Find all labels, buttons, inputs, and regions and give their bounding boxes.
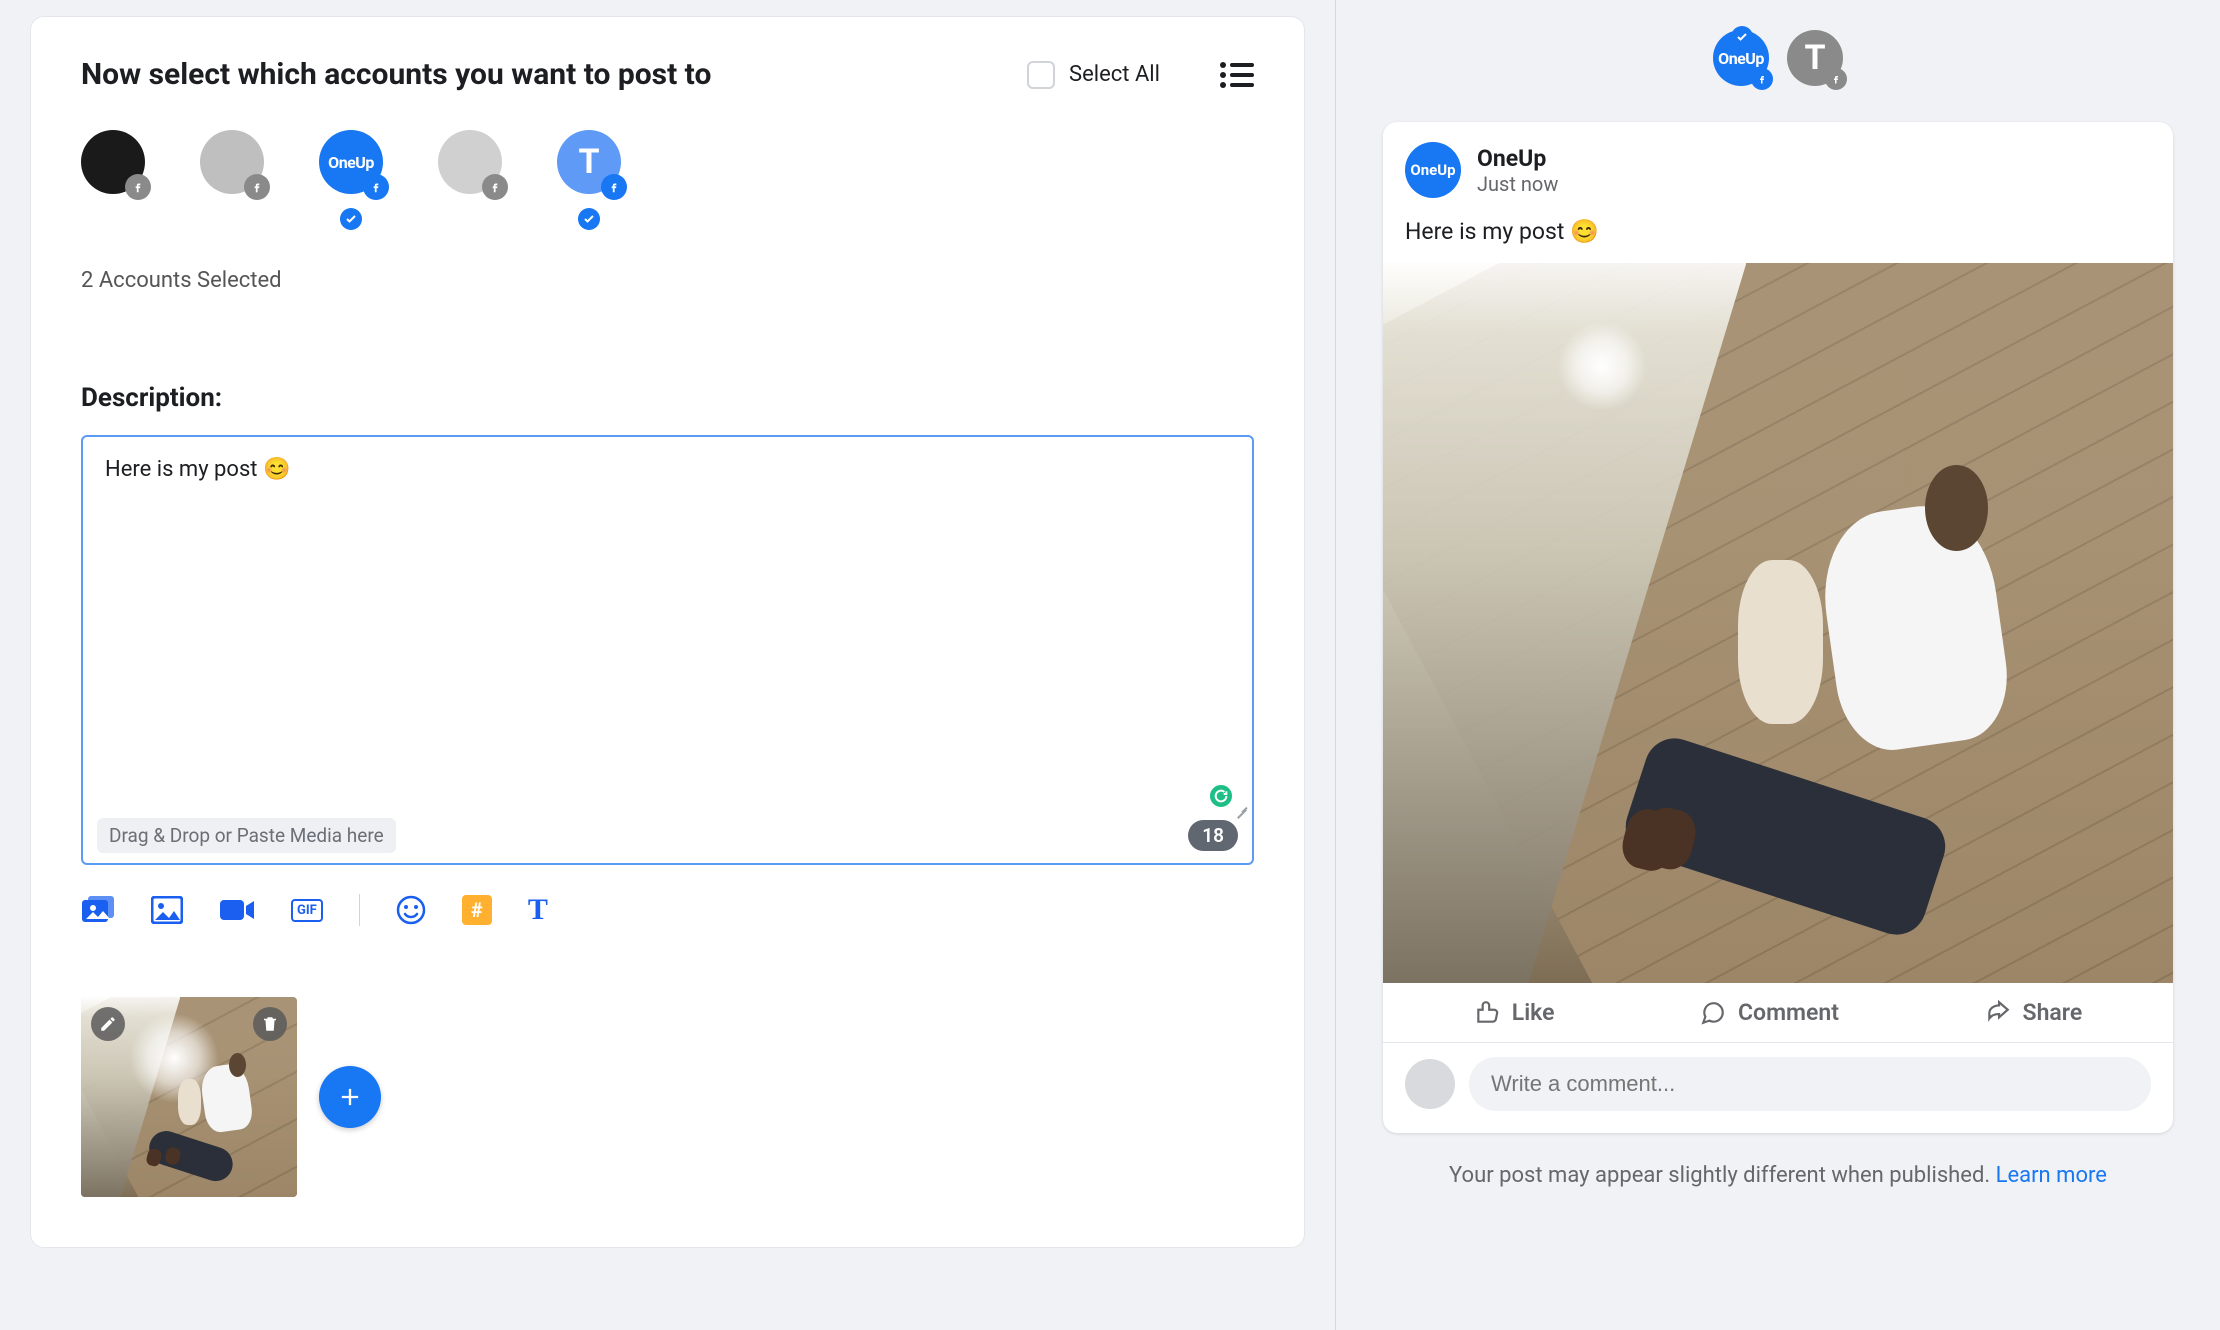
learn-more-link[interactable]: Learn more [1996, 1163, 2107, 1188]
accounts-selected-count: 2 Accounts Selected [81, 268, 1254, 293]
selected-check-icon [1731, 26, 1753, 48]
preview-disclaimer: Your post may appear slightly different … [1449, 1163, 2107, 1188]
preview-timestamp: Just now [1477, 172, 1558, 196]
compose-toolbar: GIF # T [81, 893, 1254, 927]
selected-check-icon [578, 208, 600, 230]
edit-thumbnail-button[interactable] [91, 1007, 125, 1041]
select-all-toggle[interactable]: Select All [1027, 61, 1160, 89]
description-box: Here is my post 😊 Drag & Drop or Paste M… [81, 435, 1254, 865]
preview-author-avatar-icon [1405, 142, 1461, 198]
preview-account-tab[interactable] [1713, 30, 1769, 86]
facebook-badge-icon [1751, 68, 1773, 90]
description-label: Description: [81, 383, 1254, 413]
gif-icon[interactable]: GIF [291, 899, 323, 922]
grammarly-icon[interactable] [1206, 781, 1236, 811]
compose-title: Now select which accounts you want to po… [81, 57, 711, 92]
delete-thumbnail-button[interactable] [253, 1007, 287, 1041]
preview-account-tab[interactable] [1787, 30, 1843, 86]
account-avatar[interactable] [557, 130, 621, 194]
accounts-row [81, 130, 1254, 194]
select-all-label: Select All [1069, 62, 1160, 87]
video-icon[interactable] [219, 897, 255, 923]
comment-input[interactable] [1469, 1057, 2151, 1111]
drag-drop-hint: Drag & Drop or Paste Media here [97, 818, 396, 853]
comment-label: Comment [1738, 999, 1839, 1026]
image-icon[interactable] [151, 896, 183, 924]
facebook-badge-icon [363, 174, 389, 200]
image-gallery-icon[interactable] [81, 895, 115, 925]
facebook-badge-icon [244, 174, 270, 200]
character-count-badge: 18 [1188, 820, 1238, 851]
preview-post-text: Here is my post 😊 [1383, 210, 2173, 263]
comment-button[interactable]: Comment [1700, 999, 1839, 1026]
toolbar-divider [359, 894, 360, 926]
account-avatar[interactable] [81, 130, 145, 194]
preview-author-name: OneUp [1477, 145, 1558, 172]
text-tool-icon[interactable]: T [528, 893, 548, 927]
account-avatar[interactable] [319, 130, 383, 194]
share-button[interactable]: Share [1985, 999, 2083, 1026]
select-all-checkbox[interactable] [1027, 61, 1055, 89]
compose-card: Now select which accounts you want to po… [30, 16, 1305, 1248]
list-view-icon[interactable] [1220, 61, 1254, 89]
disclaimer-text: Your post may appear slightly different … [1449, 1163, 1996, 1188]
post-preview-card: OneUp Just now Here is my post 😊 Like Co… [1383, 122, 2173, 1133]
account-avatar[interactable] [200, 130, 264, 194]
resize-handle-icon[interactable] [1234, 803, 1248, 817]
selected-check-icon [340, 208, 362, 230]
preview-account-tabs [1713, 30, 1843, 86]
hashtag-icon[interactable]: # [462, 895, 492, 925]
facebook-badge-icon [125, 174, 151, 200]
description-input[interactable]: Here is my post 😊 [83, 437, 1252, 808]
like-button[interactable]: Like [1474, 999, 1555, 1026]
facebook-badge-icon [601, 174, 627, 200]
share-label: Share [2023, 999, 2083, 1026]
media-thumbnail[interactable] [81, 997, 297, 1197]
emoji-icon[interactable] [396, 895, 426, 925]
like-label: Like [1512, 999, 1555, 1026]
preview-post-image [1383, 263, 2173, 983]
facebook-badge-icon [1825, 68, 1847, 90]
commenter-avatar-icon [1405, 1059, 1455, 1109]
account-avatar[interactable] [438, 130, 502, 194]
media-thumbnails [81, 997, 1254, 1197]
facebook-badge-icon [482, 174, 508, 200]
add-media-button[interactable] [319, 1066, 381, 1128]
